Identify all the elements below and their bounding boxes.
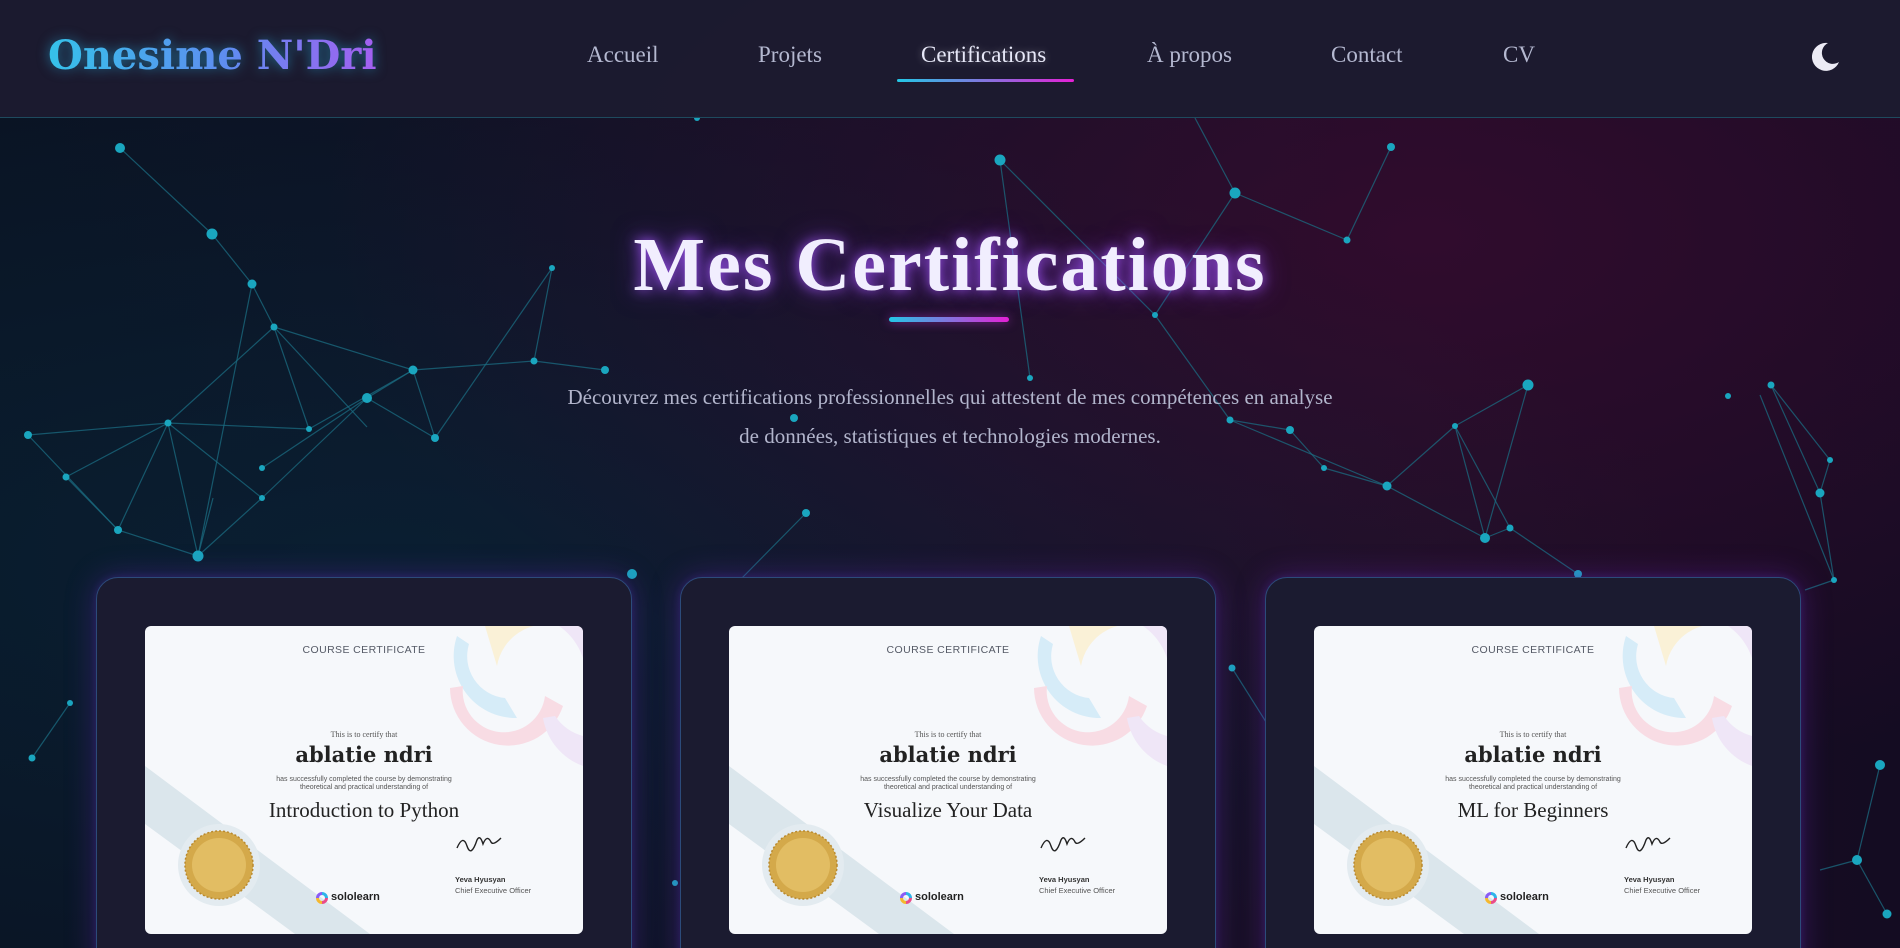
certificate-header: COURSE CERTIFICATE	[1471, 644, 1595, 656]
navbar: Onesime N'Dri Accueil Projets Certificat…	[0, 0, 1900, 118]
certificate-description-line-1: has successfully completed the course by…	[860, 776, 1036, 783]
certificate-recipient-name: ablatie ndri	[879, 742, 1017, 767]
seal-icon	[178, 824, 260, 906]
nav-links: Accueil Projets Certifications À propos …	[0, 42, 1900, 82]
seal-icon	[762, 824, 844, 906]
certificate-image[interactable]: COURSE CERTIFICATE This is to certify th…	[729, 626, 1167, 934]
certificate-signer-name: Yeva Hyusyan	[455, 875, 506, 884]
certificate-description-line-2: theoretical and practical understanding …	[1468, 784, 1598, 791]
certificate-description-line-1: has successfully completed the course by…	[1445, 776, 1621, 783]
subtitle-line-2: de données, statistiques et technologies…	[739, 424, 1161, 448]
nav-link-cv[interactable]: CV	[1503, 42, 1535, 68]
page-subtitle: Découvrez mes certifications professionn…	[500, 378, 1400, 456]
moon-icon	[1811, 42, 1839, 71]
certificate-course-title: ML for Beginners	[1457, 798, 1609, 822]
certificate-certify-text: This is to certify that	[330, 730, 398, 739]
certificate-description: has successfully completed the course by…	[1428, 776, 1638, 792]
certificate-description: has successfully completed the course by…	[259, 776, 469, 792]
certificate-signer-name: Yeva Hyusyan	[1624, 875, 1675, 884]
nav-link-a-propos[interactable]: À propos	[1147, 42, 1232, 68]
seal-icon	[1347, 824, 1429, 906]
certificate-description-line-2: theoretical and practical understanding …	[883, 784, 1013, 791]
certificate-description: has successfully completed the course by…	[843, 776, 1053, 792]
certificate-header: COURSE CERTIFICATE	[302, 644, 426, 656]
certificate-recipient-name: ablatie ndri	[1464, 742, 1602, 767]
nav-link-projets[interactable]: Projets	[758, 42, 822, 68]
theme-toggle-button[interactable]	[1808, 40, 1842, 74]
certificate-brand: sololearn	[915, 891, 964, 903]
certificate-signer-role: Chief Executive Officer	[1624, 886, 1701, 895]
nav-link-certifications[interactable]: Certifications	[921, 42, 1046, 68]
certificate-card: COURSE CERTIFICATE This is to certify th…	[680, 577, 1216, 948]
subtitle-line-1: Découvrez mes certifications professionn…	[567, 385, 1333, 409]
certificate-signer-role: Chief Executive Officer	[455, 886, 532, 895]
certificate-card: COURSE CERTIFICATE This is to certify th…	[96, 577, 632, 948]
certificate-image[interactable]: COURSE CERTIFICATE This is to certify th…	[1314, 626, 1752, 934]
certificate-brand: sololearn	[331, 891, 380, 903]
certificate-certify-text: This is to certify that	[914, 730, 982, 739]
certificate-card: COURSE CERTIFICATE This is to certify th…	[1265, 577, 1801, 948]
certificate-description-line-2: theoretical and practical understanding …	[299, 784, 429, 791]
certificate-description-line-1: has successfully completed the course by…	[276, 776, 452, 783]
certificate-certify-text: This is to certify that	[1499, 730, 1567, 739]
active-nav-indicator	[897, 79, 1074, 82]
nav-link-accueil[interactable]: Accueil	[587, 42, 659, 68]
sololearn-logo-icon	[316, 892, 328, 904]
page-title: Mes Certifications	[633, 223, 1267, 307]
certificate-header: COURSE CERTIFICATE	[886, 644, 1010, 656]
certificate-course-title: Introduction to Python	[268, 798, 460, 822]
title-underline	[889, 317, 1009, 322]
certificate-recipient-name: ablatie ndri	[295, 742, 433, 767]
certificate-course-title: Visualize Your Data	[863, 798, 1033, 822]
certificate-signer-role: Chief Executive Officer	[1039, 886, 1116, 895]
nav-link-contact[interactable]: Contact	[1331, 42, 1403, 68]
certificate-image[interactable]: COURSE CERTIFICATE This is to certify th…	[145, 626, 583, 934]
sololearn-logo-icon	[1485, 892, 1497, 904]
certificate-signer-name: Yeva Hyusyan	[1039, 875, 1090, 884]
sololearn-logo-icon	[900, 892, 912, 904]
certificate-brand: sololearn	[1500, 891, 1549, 903]
